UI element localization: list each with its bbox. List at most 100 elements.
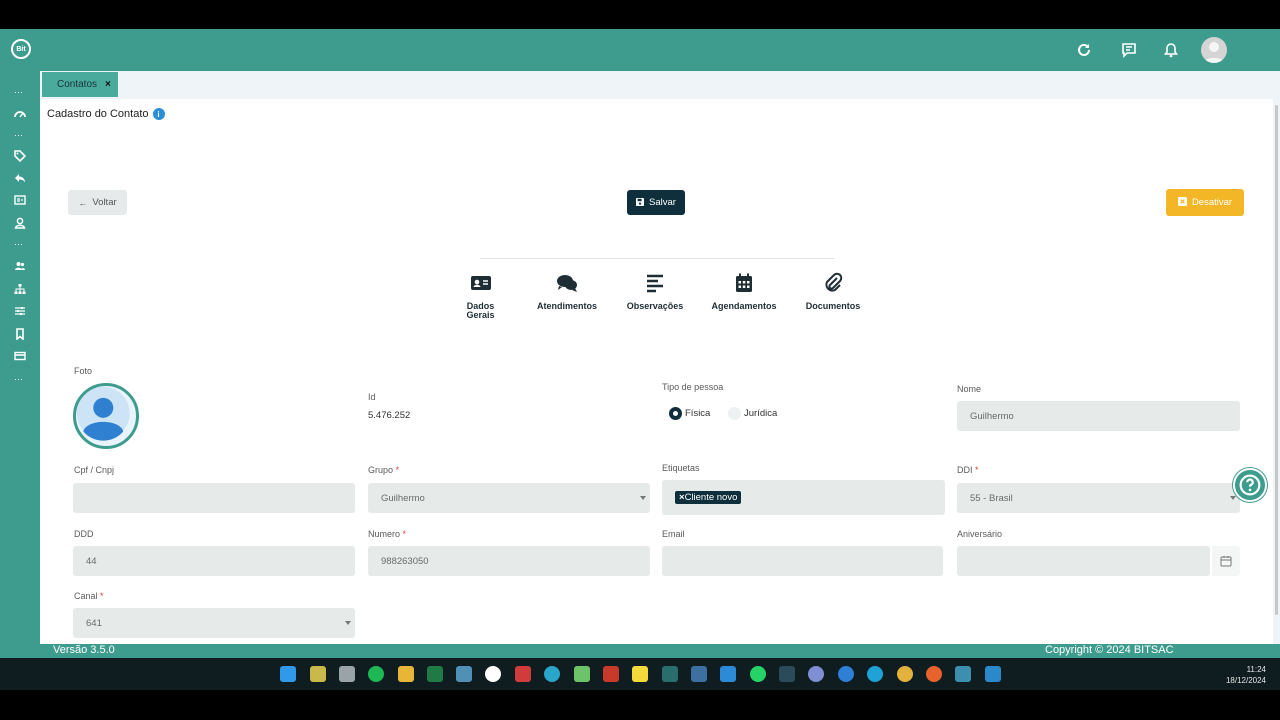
deactivate-button[interactable]: Desativar — [1166, 189, 1244, 216]
sliders-icon[interactable] — [12, 304, 28, 318]
radio-juridica[interactable] — [728, 407, 741, 420]
aniversario-label: Aniversário — [957, 529, 1003, 539]
version-text: Versão 3.5.0 — [53, 644, 115, 656]
app-icon[interactable] — [485, 666, 501, 682]
refresh-icon[interactable] — [1075, 41, 1093, 59]
firefox-icon[interactable] — [926, 666, 942, 682]
user-icon[interactable] — [12, 216, 28, 230]
calculator-icon[interactable] — [339, 666, 355, 682]
paperclip-icon — [825, 272, 843, 292]
grupo-select[interactable]: Guilhermo — [368, 483, 650, 513]
ddi-select[interactable]: 55 - Brasil — [957, 483, 1240, 513]
scrollbar-thumb[interactable] — [1275, 105, 1278, 615]
numero-field[interactable]: 988263050 — [368, 546, 650, 576]
radio-juridica-label: Jurídica — [744, 408, 778, 419]
steps-connector — [480, 258, 835, 259]
anydesk-icon[interactable] — [515, 666, 531, 682]
app-icon[interactable] — [985, 666, 1001, 682]
radio-fisica-label: Física — [685, 408, 711, 419]
step-agendamentos[interactable]: Agendamentos — [706, 272, 782, 311]
bell-icon[interactable] — [1162, 41, 1180, 59]
radio-fisica[interactable] — [669, 407, 682, 420]
bitsac-logo[interactable]: Bit — [11, 39, 31, 59]
step-atendimentos[interactable]: Atendimentos — [532, 272, 602, 311]
credit-card-icon[interactable] — [12, 349, 28, 363]
reply-icon[interactable] — [12, 171, 28, 185]
step-observacoes[interactable]: Observações — [622, 272, 688, 311]
ddd-label: DDD — [74, 529, 94, 539]
numero-label: Numero * — [368, 529, 407, 539]
tag-icon[interactable] — [12, 149, 28, 163]
etiquetas-field[interactable]: ×Cliente novo — [662, 480, 945, 515]
app-window: Bit ··· ··· ··· ··· Contatos × Cadastro … — [0, 29, 1280, 658]
cpf-field[interactable] — [73, 483, 355, 513]
email-label: Email — [662, 529, 685, 539]
scrollbar[interactable] — [1273, 99, 1280, 644]
canal-select[interactable]: 641 — [73, 608, 355, 638]
sidebar: ··· ··· ··· ··· — [0, 71, 40, 658]
chevron-down-icon — [1230, 496, 1236, 500]
id-card-icon — [470, 276, 491, 290]
page-title: Cadastro do Contato i — [47, 108, 165, 120]
id-value: 5.476.252 — [368, 410, 411, 421]
close-icon[interactable]: × — [105, 79, 111, 90]
align-left-icon — [647, 274, 663, 293]
terminal-icon[interactable] — [779, 666, 795, 682]
cpf-label: Cpf / Cnpj — [74, 465, 115, 475]
ddd-field[interactable]: 44 — [73, 546, 355, 576]
sticky-notes-icon[interactable] — [632, 666, 648, 682]
bookmark-icon[interactable] — [12, 327, 28, 341]
edge-icon[interactable] — [867, 666, 883, 682]
app-icon[interactable] — [310, 666, 326, 682]
step-dados-gerais[interactable]: Dados Gerais — [458, 272, 503, 320]
canva-icon[interactable] — [544, 666, 560, 682]
square-x-icon — [1177, 197, 1187, 208]
excel-icon[interactable] — [427, 666, 443, 682]
grupo-label: Grupo * — [368, 465, 400, 475]
contact-photo[interactable] — [73, 383, 139, 449]
tag-chip[interactable]: ×Cliente novo — [675, 491, 742, 504]
app-icon[interactable] — [838, 666, 854, 682]
save-button[interactable]: Salvar — [627, 190, 685, 215]
app-icon[interactable] — [691, 666, 707, 682]
id-label: Id — [368, 392, 376, 402]
system-clock[interactable]: 11:24 18/12/2024 — [1200, 664, 1266, 686]
notepad-icon[interactable] — [456, 666, 472, 682]
app-icon[interactable] — [955, 666, 971, 682]
whatsapp-icon[interactable] — [750, 666, 766, 682]
users-icon[interactable] — [12, 259, 28, 273]
avatar-placeholder-icon — [76, 386, 130, 441]
question-circle-icon — [1239, 474, 1261, 496]
filezilla-icon[interactable] — [603, 666, 619, 682]
info-icon[interactable]: i — [152, 108, 165, 120]
spotify-icon[interactable] — [368, 666, 384, 682]
sidebar-separator: ··· — [14, 130, 23, 140]
back-button[interactable]: ← Voltar — [68, 190, 127, 215]
id-card-icon[interactable] — [12, 193, 28, 207]
speedometer-icon[interactable] — [12, 107, 28, 121]
sitemap-icon[interactable] — [12, 282, 28, 296]
app-icon[interactable] — [574, 666, 590, 682]
ddi-label: DDI * — [957, 465, 979, 475]
folder-icon[interactable] — [398, 666, 414, 682]
chrome-icon[interactable] — [897, 666, 913, 682]
vscode-icon[interactable] — [720, 666, 736, 682]
help-button[interactable] — [1233, 468, 1267, 502]
windows-start-icon[interactable] — [280, 666, 296, 682]
aniversario-field[interactable] — [957, 546, 1210, 576]
calendar-picker-button[interactable] — [1212, 546, 1240, 576]
canal-label: Canal * — [74, 591, 104, 601]
user-avatar[interactable] — [1201, 37, 1227, 63]
email-field[interactable] — [662, 546, 943, 576]
copyright-text: Copyright © 2024 BITSAC — [1045, 644, 1174, 656]
sidebar-separator: ··· — [14, 87, 23, 97]
chat-icon[interactable] — [1120, 41, 1138, 59]
sidebar-separator: ··· — [14, 374, 23, 384]
app-icon[interactable] — [808, 666, 824, 682]
app-icon[interactable] — [662, 666, 678, 682]
nome-field[interactable]: Guilhermo — [957, 401, 1240, 431]
tab-contatos[interactable]: Contatos × — [42, 72, 118, 97]
tab-strip: Contatos × — [40, 71, 1280, 99]
step-documentos[interactable]: Documentos — [802, 272, 864, 311]
main-content: Cadastro do Contato i ← Voltar Salvar De… — [40, 99, 1273, 644]
